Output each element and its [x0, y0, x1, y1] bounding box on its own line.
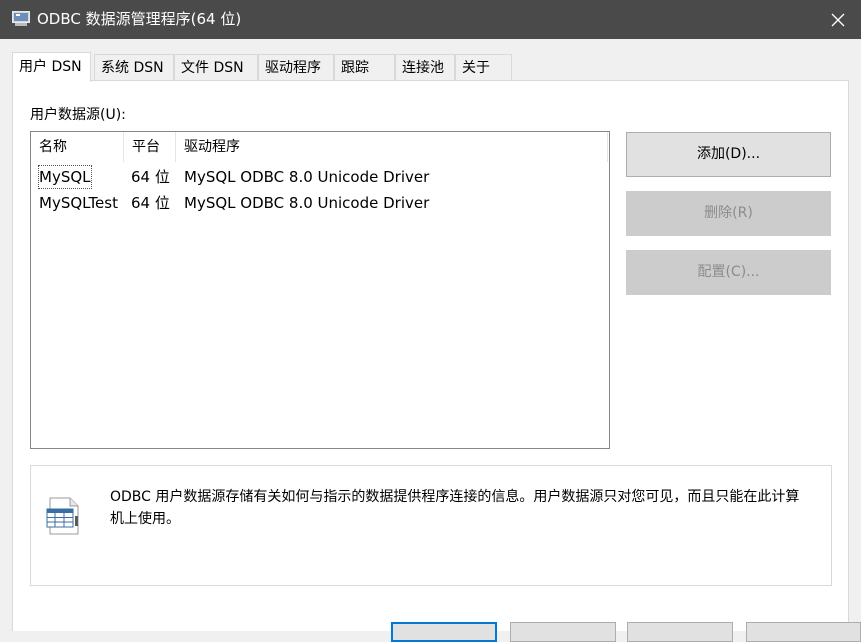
tab-connection-pooling[interactable]: 连接池 [395, 54, 455, 80]
dsn-row-mysqltest[interactable]: MySQLTest 64 位 MySQL ODBC 8.0 Unicode Dr… [31, 190, 609, 216]
tab-user-dsn[interactable]: 用户 DSN [12, 52, 91, 82]
tab-file-dsn[interactable]: 文件 DSN [174, 54, 258, 80]
dsn-platform: 64 位 [131, 168, 170, 186]
tab-system-dsn[interactable]: 系统 DSN [94, 54, 174, 80]
info-panel: ODBC 用户数据源存储有关如何与指示的数据提供程序连接的信息。用户数据源只对您… [30, 465, 832, 586]
list-header: 名称 平台 驱动程序 [31, 132, 609, 162]
ok-button[interactable] [391, 622, 497, 642]
window-title: ODBC 数据源管理程序(64 位) [37, 10, 242, 28]
tab-about[interactable]: 关于 [455, 54, 512, 80]
title-bar: ODBC 数据源管理程序(64 位) [0, 0, 861, 39]
column-header-platform[interactable]: 平台 [124, 132, 176, 162]
column-header-name[interactable]: 名称 [31, 132, 124, 162]
add-button[interactable]: 添加(D)... [626, 132, 831, 177]
dsn-driver: MySQL ODBC 8.0 Unicode Driver [184, 168, 430, 186]
dsn-row-mysql[interactable]: MySQL 64 位 MySQL ODBC 8.0 Unicode Driver [31, 164, 609, 190]
info-description: ODBC 用户数据源存储有关如何与指示的数据提供程序连接的信息。用户数据源只对您… [110, 489, 800, 527]
dsn-driver: MySQL ODBC 8.0 Unicode Driver [184, 194, 430, 212]
odbc-app-icon [12, 11, 30, 26]
tab-tracing[interactable]: 跟踪 [334, 54, 395, 80]
remove-button[interactable]: 删除(R) [626, 191, 831, 236]
dsn-name: MySQLTest [39, 194, 118, 212]
close-button[interactable] [815, 0, 861, 39]
dsn-name: MySQL [37, 164, 93, 190]
cancel-button[interactable] [510, 622, 616, 642]
tab-panel-user-dsn: 用户数据源(U): 名称 平台 驱动程序 MySQL 64 位 MySQL OD… [12, 80, 849, 631]
column-header-driver[interactable]: 驱动程序 [176, 132, 608, 162]
tab-drivers[interactable]: 驱动程序 [258, 54, 334, 80]
user-dsn-list[interactable]: 名称 平台 驱动程序 MySQL 64 位 MySQL ODBC 8.0 Uni… [30, 131, 610, 449]
user-data-sources-label: 用户数据源(U): [30, 107, 126, 123]
help-button[interactable] [746, 622, 861, 642]
dsn-platform: 64 位 [131, 194, 170, 212]
apply-button[interactable] [627, 622, 733, 642]
configure-button[interactable]: 配置(C)... [626, 250, 831, 295]
close-icon [831, 13, 845, 26]
datasource-document-icon [46, 497, 79, 535]
